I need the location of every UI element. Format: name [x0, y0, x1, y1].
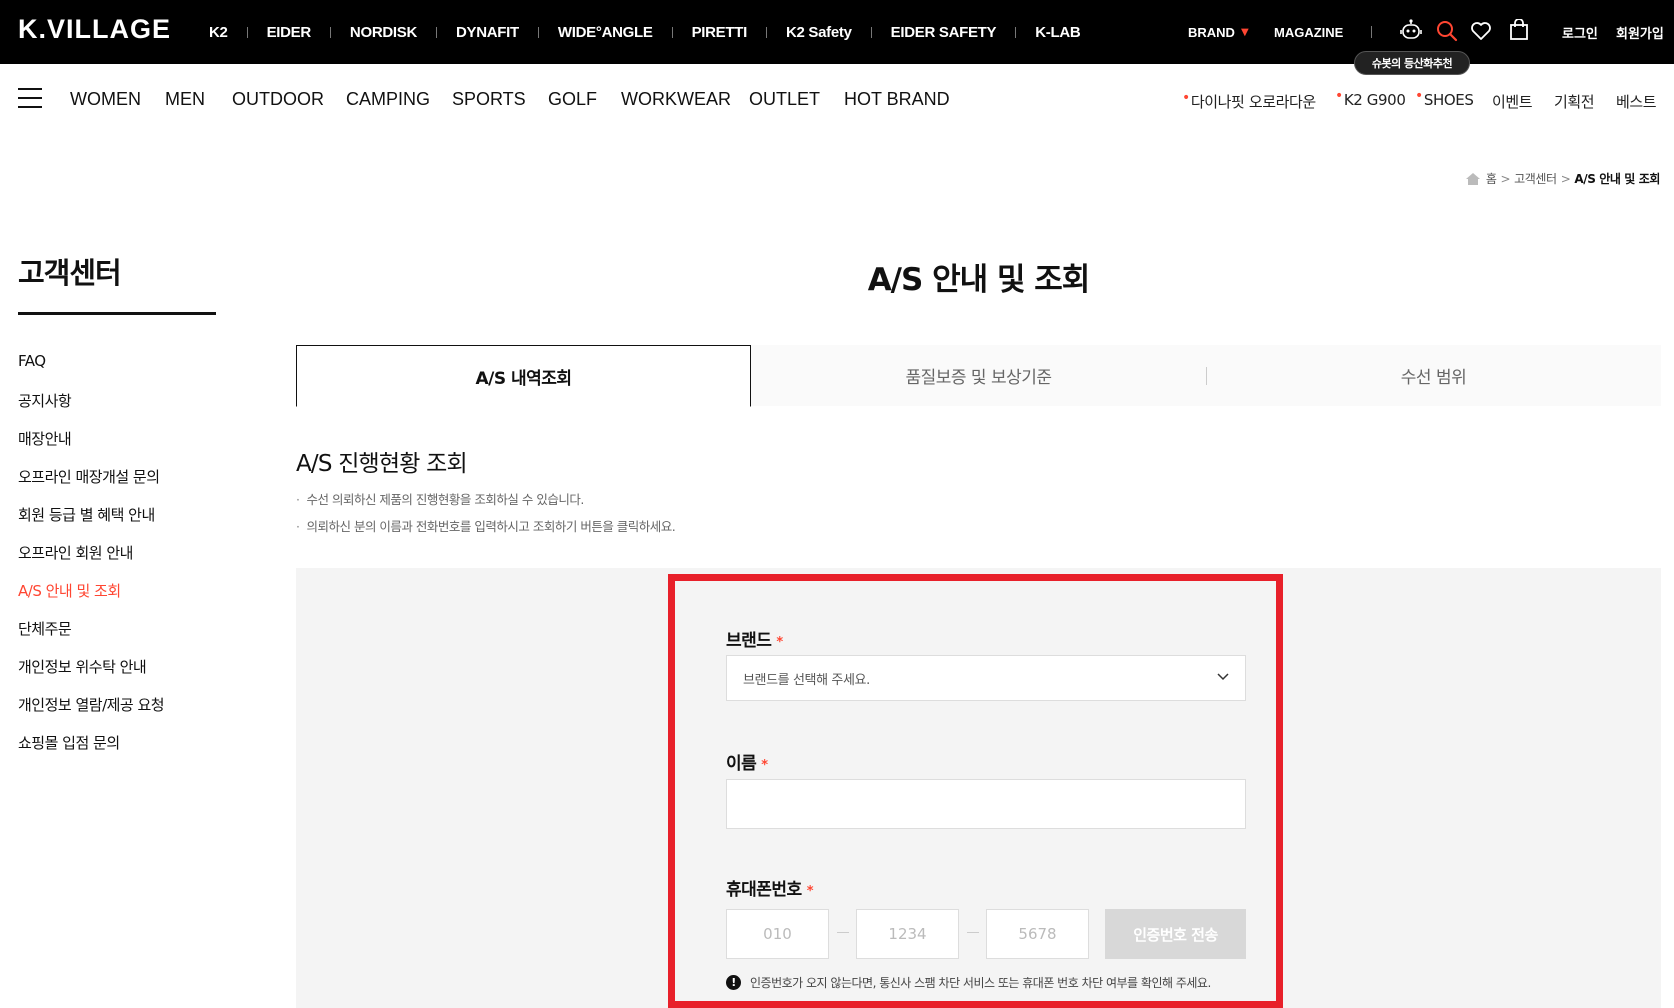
tab-warranty[interactable]: 품질보증 및 보상기준 — [751, 345, 1206, 406]
sidebar-title: 고객센터 — [18, 256, 122, 290]
quick-link-k2-g900[interactable]: •K2 G900 — [1335, 88, 1406, 109]
sidebar-item-vendor-inquiry[interactable]: 쇼핑몰 입점 문의 — [18, 732, 164, 770]
nav-camping[interactable]: CAMPING — [346, 89, 430, 110]
brand-links: K2 EIDER NORDISK DYNAFIT WIDE°ANGLE PIRE… — [209, 0, 1081, 64]
brand-link-k2[interactable]: K2 — [209, 24, 228, 41]
nav-outdoor[interactable]: OUTDOOR — [232, 89, 324, 110]
brand-menu[interactable]: BRAND ▼ — [1188, 0, 1249, 64]
sidebar-item-faq[interactable]: FAQ — [18, 352, 164, 390]
brand-select[interactable]: 브랜드를 선택해 주세요. — [726, 655, 1246, 701]
home-icon[interactable] — [1465, 172, 1480, 185]
tab-as-history[interactable]: A/S 내역조회 — [296, 345, 751, 407]
brand-menu-label: BRAND — [1188, 24, 1235, 40]
signup-label: 회원가입 — [1616, 25, 1664, 41]
nav-golf[interactable]: GOLF — [548, 89, 597, 110]
sidebar-item-privacy-outsourcing[interactable]: 개인정보 위수탁 안내 — [18, 656, 164, 694]
nav-sports[interactable]: SPORTS — [452, 89, 526, 110]
quick-link-events[interactable]: 이벤트 — [1492, 91, 1533, 112]
quick-link-best[interactable]: 베스트 — [1616, 91, 1657, 112]
shoe-recommend-tooltip[interactable]: 슈봇의 등산화추천 — [1354, 51, 1470, 75]
section-title: A/S 진행현황 조회 — [296, 451, 468, 477]
login-label: 로그인 — [1562, 25, 1598, 41]
magazine-label: MAGAZINE — [1274, 24, 1344, 40]
phone-input-middle[interactable]: 1234 — [856, 909, 959, 959]
magazine-link[interactable]: MAGAZINE — [1274, 0, 1343, 64]
required-mark: * — [776, 635, 783, 650]
site-logo[interactable]: K.VILLAGE — [18, 14, 171, 45]
brand-select-placeholder: 브랜드를 선택해 주세요. — [743, 672, 870, 688]
tab-bar: 품질보증 및 보상기준 수선 범위 A/S 내역조회 — [296, 345, 1661, 407]
brand-link-nordisk[interactable]: NORDISK — [350, 24, 417, 41]
breadcrumb-separator: > — [1560, 171, 1571, 186]
phone-label: 휴대폰번호 * — [726, 880, 814, 900]
name-input[interactable] — [726, 779, 1246, 829]
brand-link-dynafit[interactable]: DYNAFIT — [456, 24, 519, 41]
sidebar-item-as[interactable]: A/S 안내 및 조회 — [18, 580, 164, 618]
info-note: 수선 의뢰하신 제품의 진행현황을 조회하실 수 있습니다. — [296, 489, 675, 516]
shopping-bag-icon[interactable] — [1506, 17, 1532, 43]
nav-outlet[interactable]: OUTLET — [749, 89, 820, 110]
chevron-down-icon — [1217, 670, 1229, 685]
breadcrumb-home[interactable]: 홈 — [1486, 170, 1497, 187]
sidebar-title-underline — [18, 312, 216, 315]
signup-link[interactable]: 회원가입 — [1616, 0, 1664, 64]
brand-label: 브랜드 * — [726, 631, 783, 651]
brand-link-k-lab[interactable]: K-LAB — [1035, 24, 1080, 41]
dropdown-arrow-icon: ▼ — [1240, 26, 1249, 38]
heart-icon[interactable] — [1468, 18, 1494, 44]
tab-repair-scope[interactable]: 수선 범위 — [1206, 345, 1661, 406]
warning-text: 인증번호가 오지 않는다면, 통신사 스팸 차단 서비스 또는 휴대폰 번호 차… — [750, 976, 1211, 990]
brand-link-k2-safety[interactable]: K2 Safety — [786, 24, 852, 41]
send-verification-button[interactable]: 인증번호 전송 — [1105, 909, 1246, 959]
brand-link-wideangle[interactable]: WIDE°ANGLE — [558, 24, 653, 41]
login-link[interactable]: 로그인 — [1562, 0, 1598, 64]
nav-workwear[interactable]: WORKWEAR — [621, 89, 731, 110]
sidebar-menu: FAQ 공지사항 매장안내 오프라인 매장개설 문의 회원 등급 별 혜택 안내… — [18, 352, 165, 770]
phone-input-last[interactable]: 5678 — [986, 909, 1089, 959]
quick-link-dynafit-aurora[interactable]: •다이나핏 오로라다운 — [1182, 90, 1316, 112]
sidebar-item-stores[interactable]: 매장안내 — [18, 428, 164, 466]
info-note: 의뢰하신 분의 이름과 전화번호를 입력하시고 조회하기 버튼을 클릭하세요. — [296, 516, 675, 543]
breadcrumb: 홈 > 고객센터 > A/S 안내 및 조회 — [1465, 170, 1660, 187]
sidebar-item-store-opening[interactable]: 오프라인 매장개설 문의 — [18, 466, 164, 504]
brand-link-eider-safety[interactable]: EIDER SAFETY — [891, 24, 997, 41]
phone-dash — [967, 932, 979, 933]
page-title: A/S 안내 및 조회 — [867, 262, 1091, 298]
nav-men[interactable]: MEN — [165, 89, 205, 110]
name-label: 이름 * — [726, 754, 768, 774]
sidebar-item-notices[interactable]: 공지사항 — [18, 390, 164, 428]
required-mark: * — [806, 884, 814, 899]
breadcrumb-level1[interactable]: 고객센터 — [1514, 170, 1557, 187]
as-lookup-form: 브랜드 * 브랜드를 선택해 주세요. 이름 * 휴대폰번호 * 010 1234 5… — [668, 574, 1283, 1008]
nav-hot-brand[interactable]: HOT BRAND — [844, 89, 950, 110]
quick-link-shoes[interactable]: •SHOES — [1415, 88, 1474, 109]
breadcrumb-current: A/S 안내 및 조회 — [1574, 172, 1660, 186]
info-notes: 수선 의뢰하신 제품의 진행현황을 조회하실 수 있습니다. 의뢰하신 분의 이… — [296, 489, 675, 543]
phone-dash — [837, 932, 849, 933]
sidebar-item-offline-member[interactable]: 오프라인 회원 안내 — [18, 542, 164, 580]
phone-input-prefix[interactable]: 010 — [726, 909, 829, 959]
brand-link-eider[interactable]: EIDER — [267, 24, 312, 41]
required-mark: * — [761, 758, 768, 773]
breadcrumb-separator: > — [1500, 171, 1511, 186]
alert-icon: ! — [726, 975, 741, 990]
menu-icon[interactable] — [18, 88, 42, 108]
quick-link-exhibitions[interactable]: 기획전 — [1554, 91, 1595, 112]
verification-warning: ! 인증번호가 오지 않는다면, 통신사 스팸 차단 서비스 또는 휴대폰 번호… — [726, 974, 1211, 991]
sidebar-item-privacy-request[interactable]: 개인정보 열람/제공 요청 — [18, 694, 165, 732]
nav-women[interactable]: WOMEN — [70, 89, 141, 110]
search-icon[interactable] — [1434, 18, 1460, 44]
robot-icon[interactable] — [1398, 17, 1424, 43]
sidebar-item-group-order[interactable]: 단체주문 — [18, 618, 164, 656]
sidebar-item-member-benefits[interactable]: 회원 등급 별 혜택 안내 — [18, 504, 164, 542]
brand-link-piretti[interactable]: PIRETTI — [692, 24, 748, 41]
